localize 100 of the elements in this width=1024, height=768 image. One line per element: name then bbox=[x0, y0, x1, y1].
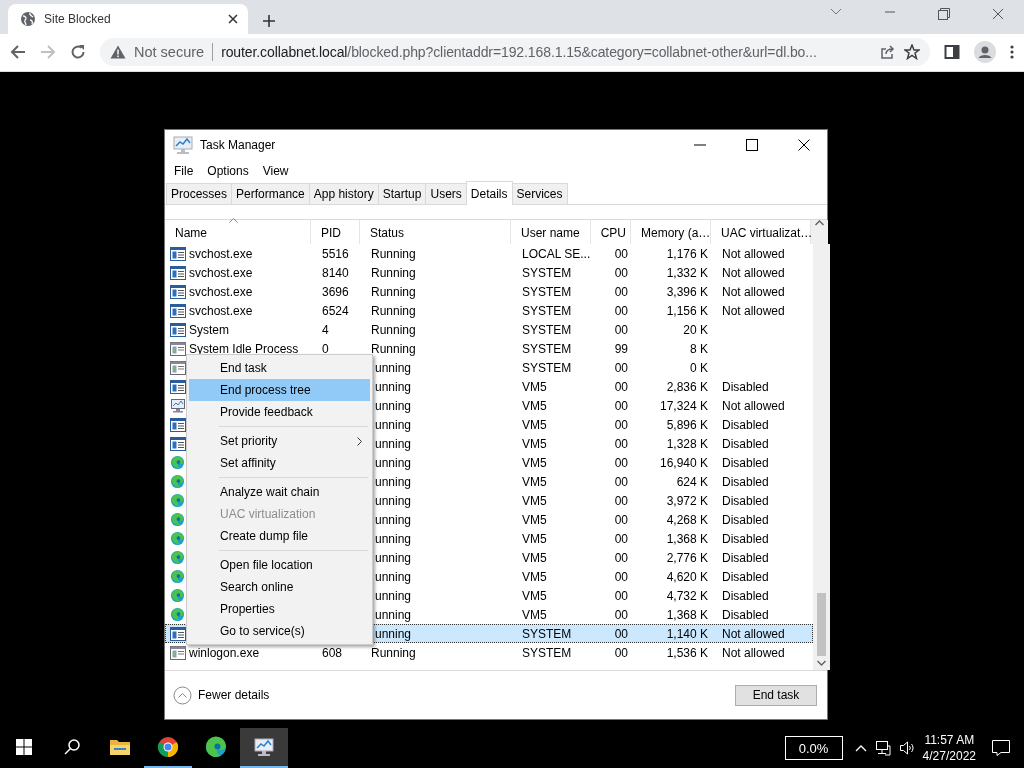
swirl-icon bbox=[170, 474, 185, 489]
uac-cell: Disabled bbox=[722, 607, 769, 622]
close-icon[interactable] bbox=[798, 139, 810, 151]
swirl-icon[interactable] bbox=[205, 736, 227, 758]
user-cell: VM5 bbox=[522, 512, 547, 527]
tab[interactable]: Startup bbox=[377, 183, 427, 204]
maximize-icon[interactable] bbox=[746, 139, 758, 151]
search-icon[interactable] bbox=[64, 739, 80, 755]
user-cell: VM5 bbox=[522, 569, 547, 584]
clock-date[interactable]: 4/27/2022 bbox=[922, 748, 976, 764]
status-cell: Running bbox=[371, 284, 416, 299]
column-header[interactable]: PID bbox=[311, 220, 360, 244]
share-icon[interactable] bbox=[880, 44, 896, 61]
status-cell: unning bbox=[375, 379, 412, 394]
fewer-details-link[interactable]: Fewer details bbox=[198, 688, 729, 702]
user-cell: VM5 bbox=[522, 493, 547, 508]
close-icon[interactable] bbox=[228, 13, 238, 24]
chevron-down-icon[interactable] bbox=[830, 8, 842, 16]
user-cell: VM5 bbox=[522, 417, 547, 432]
memory-cell: 20 K bbox=[683, 322, 708, 337]
star-icon[interactable] bbox=[904, 44, 920, 61]
process-name: svchost.exe bbox=[189, 303, 253, 318]
memory-cell: 4,268 K bbox=[666, 512, 708, 527]
context-menu-item[interactable]: End process tree bbox=[189, 379, 370, 401]
tab[interactable]: Details bbox=[465, 181, 513, 205]
window-icon bbox=[170, 284, 186, 299]
swirl-icon bbox=[170, 569, 185, 584]
context-menu-item[interactable]: Create dump file bbox=[189, 525, 370, 547]
notification-icon[interactable] bbox=[992, 740, 1010, 756]
cpu-cell: 00 bbox=[614, 550, 628, 565]
collapse-icon[interactable] bbox=[173, 685, 192, 705]
uac-cell: Disabled bbox=[722, 455, 769, 470]
chrome-icon[interactable] bbox=[157, 736, 179, 758]
tab[interactable]: Users bbox=[425, 183, 467, 204]
menu-item[interactable]: File bbox=[167, 164, 201, 178]
memory-cell: 3,396 K bbox=[666, 284, 708, 299]
status-cell: unning bbox=[375, 360, 412, 375]
menu-item[interactable]: Options bbox=[200, 164, 256, 178]
end-task-button[interactable]: End task bbox=[735, 684, 817, 706]
uac-cell: Disabled bbox=[722, 569, 769, 584]
cpu-cell: 00 bbox=[614, 284, 628, 299]
context-menu-item[interactable]: Go to service(s) bbox=[189, 620, 370, 642]
status-cell: Running bbox=[371, 322, 416, 337]
window-icon bbox=[170, 322, 186, 337]
context-menu-item[interactable]: Search online bbox=[189, 576, 370, 598]
status-cell: unning bbox=[375, 607, 412, 622]
side-panel-icon[interactable] bbox=[944, 44, 960, 61]
tab[interactable]: App history bbox=[308, 183, 379, 204]
scrollbar-thumb[interactable] bbox=[817, 593, 826, 656]
status-cell: unning bbox=[375, 626, 412, 641]
swirl-icon bbox=[170, 588, 185, 603]
context-menu-item[interactable]: End task bbox=[189, 357, 370, 379]
back-icon[interactable] bbox=[10, 44, 26, 61]
tab[interactable]: Services bbox=[511, 183, 568, 204]
cpu-reading: 0.0% bbox=[784, 736, 843, 760]
column-header[interactable]: Memory (a… bbox=[631, 220, 711, 244]
status-cell: unning bbox=[375, 588, 412, 603]
restore-icon[interactable] bbox=[938, 8, 950, 20]
context-menu-item[interactable]: Analyze wait chain bbox=[189, 481, 370, 503]
monitor-chart-icon[interactable] bbox=[253, 737, 275, 757]
monitor-chart-icon[interactable] bbox=[172, 135, 194, 155]
address-bar[interactable]: Not secure router.collabnet.local/blocked.php?clientaddr=192.168.1.15&category=collabnet-other&url=dl.bo... bbox=[100, 38, 930, 67]
context-menu-item[interactable]: Set priority bbox=[189, 430, 370, 452]
reload-icon[interactable] bbox=[70, 44, 86, 61]
browser-tab[interactable]: Site Blocked bbox=[8, 3, 248, 34]
tab[interactable]: Processes bbox=[166, 183, 233, 204]
memory-cell: 1,140 K bbox=[666, 626, 708, 641]
warning-icon bbox=[110, 45, 126, 60]
user-cell: SYSTEM bbox=[522, 360, 572, 375]
memory-cell: 1,328 K bbox=[666, 436, 708, 451]
context-menu-item[interactable]: Provide feedback bbox=[189, 401, 370, 423]
tab[interactable]: Performance bbox=[231, 183, 310, 204]
column-header[interactable]: Name bbox=[165, 220, 311, 244]
menu-item[interactable]: View bbox=[255, 164, 296, 178]
user-cell: VM5 bbox=[522, 379, 547, 394]
column-header[interactable]: User name bbox=[511, 220, 591, 244]
plus-icon[interactable] bbox=[262, 13, 276, 28]
column-header[interactable]: CPU bbox=[591, 220, 631, 244]
context-menu-item[interactable]: Set affinity bbox=[189, 452, 370, 474]
window-icon bbox=[170, 303, 186, 318]
folder-icon[interactable] bbox=[109, 737, 131, 757]
cpu-cell: 00 bbox=[614, 265, 628, 280]
status-cell: Running bbox=[371, 303, 416, 318]
cpu-cell: 00 bbox=[614, 474, 628, 489]
context-menu-item[interactable]: Properties bbox=[189, 598, 370, 620]
clock-time[interactable]: 11:57 AM bbox=[924, 732, 975, 748]
scroll-down-icon[interactable] bbox=[817, 660, 826, 666]
profile-icon[interactable] bbox=[974, 41, 996, 64]
scroll-up-icon[interactable] bbox=[815, 220, 824, 226]
volume-icon[interactable] bbox=[898, 740, 915, 756]
more-icon[interactable] bbox=[1010, 44, 1014, 61]
windows-logo-icon[interactable] bbox=[16, 739, 32, 755]
network-icon[interactable] bbox=[874, 740, 891, 756]
column-header[interactable]: Status bbox=[360, 220, 511, 244]
cpu-cell: 99 bbox=[614, 341, 628, 356]
caret-up-icon[interactable] bbox=[854, 744, 867, 752]
swirl-icon bbox=[170, 550, 185, 565]
swirl-icon bbox=[170, 493, 185, 508]
context-menu-item[interactable]: Open file location bbox=[189, 554, 370, 576]
user-cell: LOCAL SE... bbox=[522, 246, 591, 261]
